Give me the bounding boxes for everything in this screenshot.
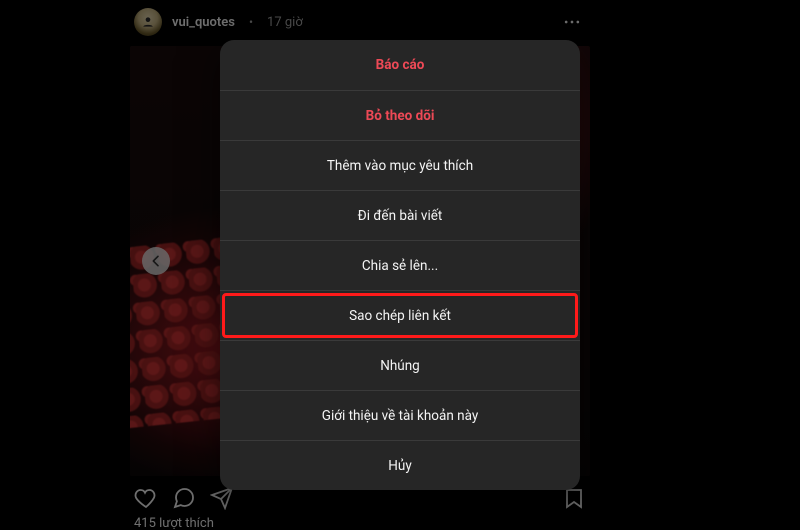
menu-item-label: Thêm vào mục yêu thích	[327, 158, 473, 174]
menu-item-label: Đi đến bài viết	[358, 208, 443, 224]
menu-item-0[interactable]: Báo cáo	[220, 40, 580, 90]
menu-item-3[interactable]: Đi đến bài viết	[220, 190, 580, 240]
menu-item-1[interactable]: Bỏ theo dõi	[220, 90, 580, 140]
modal-overlay[interactable]: Báo cáo Bỏ theo dõi Thêm vào mục yêu thích…	[0, 0, 800, 530]
menu-item-label: Sao chép liên kết	[349, 308, 451, 324]
menu-item-8[interactable]: Hủy	[220, 440, 580, 490]
menu-item-label: Hủy	[388, 458, 411, 474]
menu-item-label: Báo cáo	[376, 57, 425, 73]
menu-item-4[interactable]: Chia sẻ lên...	[220, 240, 580, 290]
menu-item-label: Chia sẻ lên...	[362, 258, 438, 274]
menu-item-label: Giới thiệu về tài khoản này	[322, 408, 478, 424]
menu-item-6[interactable]: Nhúng	[220, 340, 580, 390]
post-options-menu: Báo cáo Bỏ theo dõi Thêm vào mục yêu thích…	[220, 40, 580, 490]
menu-item-label: Bỏ theo dõi	[366, 108, 435, 124]
app-stage: vui_quotes • 17 giờ D	[0, 0, 800, 530]
menu-item-7[interactable]: Giới thiệu về tài khoản này	[220, 390, 580, 440]
menu-item-2[interactable]: Thêm vào mục yêu thích	[220, 140, 580, 190]
menu-item-5[interactable]: Sao chép liên kết	[220, 290, 580, 340]
menu-item-label: Nhúng	[380, 358, 420, 374]
